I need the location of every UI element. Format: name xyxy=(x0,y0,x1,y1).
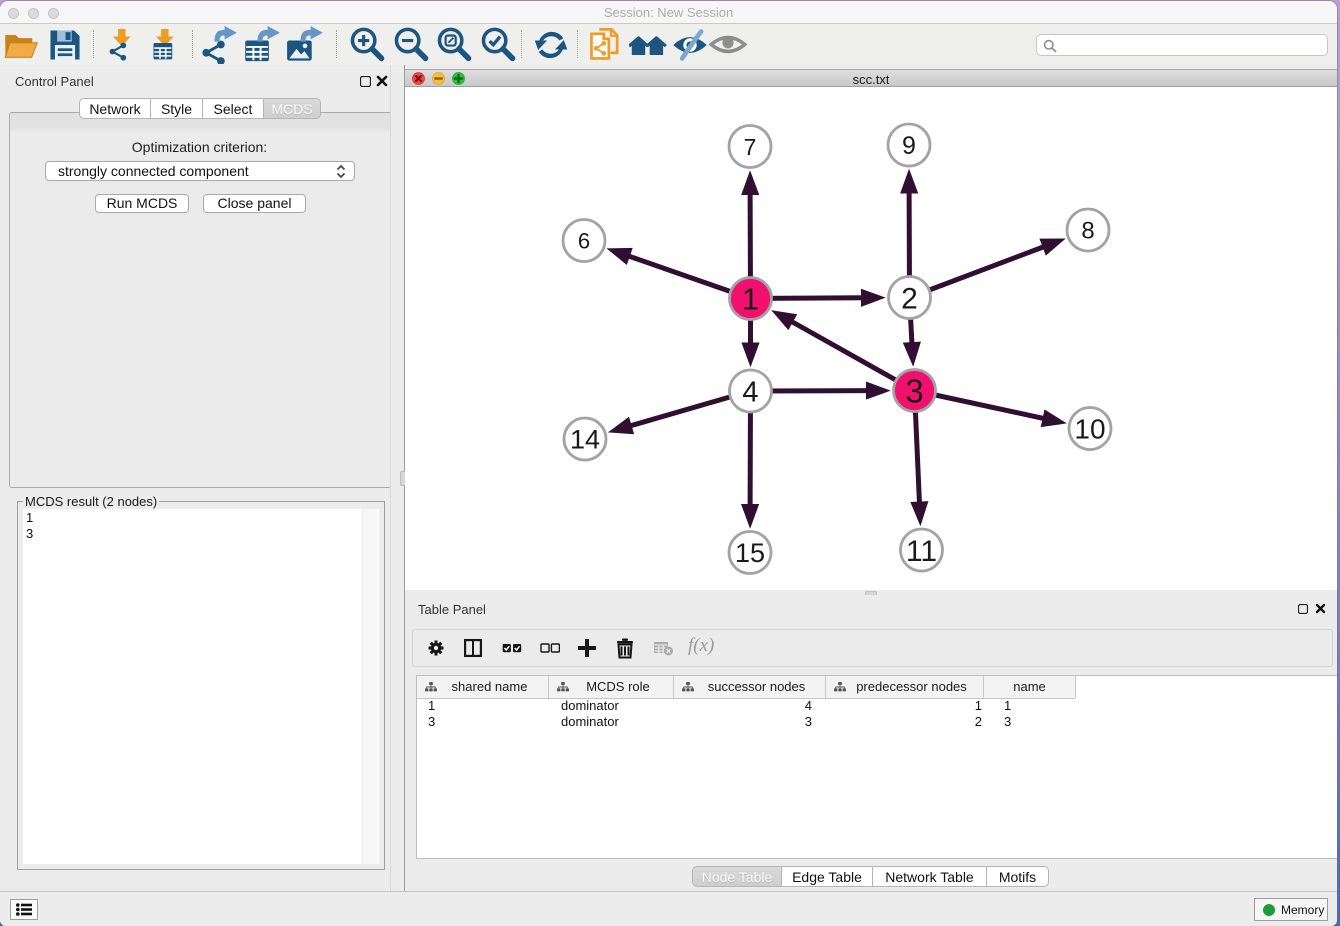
svg-text:4: 4 xyxy=(742,376,758,408)
svg-text:15: 15 xyxy=(735,538,765,568)
svg-text:6: 6 xyxy=(578,228,590,253)
svg-text:3: 3 xyxy=(905,372,923,409)
svg-text:2: 2 xyxy=(901,282,918,315)
svg-text:11: 11 xyxy=(906,535,937,568)
svg-text:8: 8 xyxy=(1081,218,1094,245)
svg-text:7: 7 xyxy=(744,134,757,160)
svg-text:10: 10 xyxy=(1074,414,1105,445)
svg-text:14: 14 xyxy=(570,425,600,455)
svg-text:1: 1 xyxy=(742,282,759,317)
svg-text:9: 9 xyxy=(902,132,916,160)
